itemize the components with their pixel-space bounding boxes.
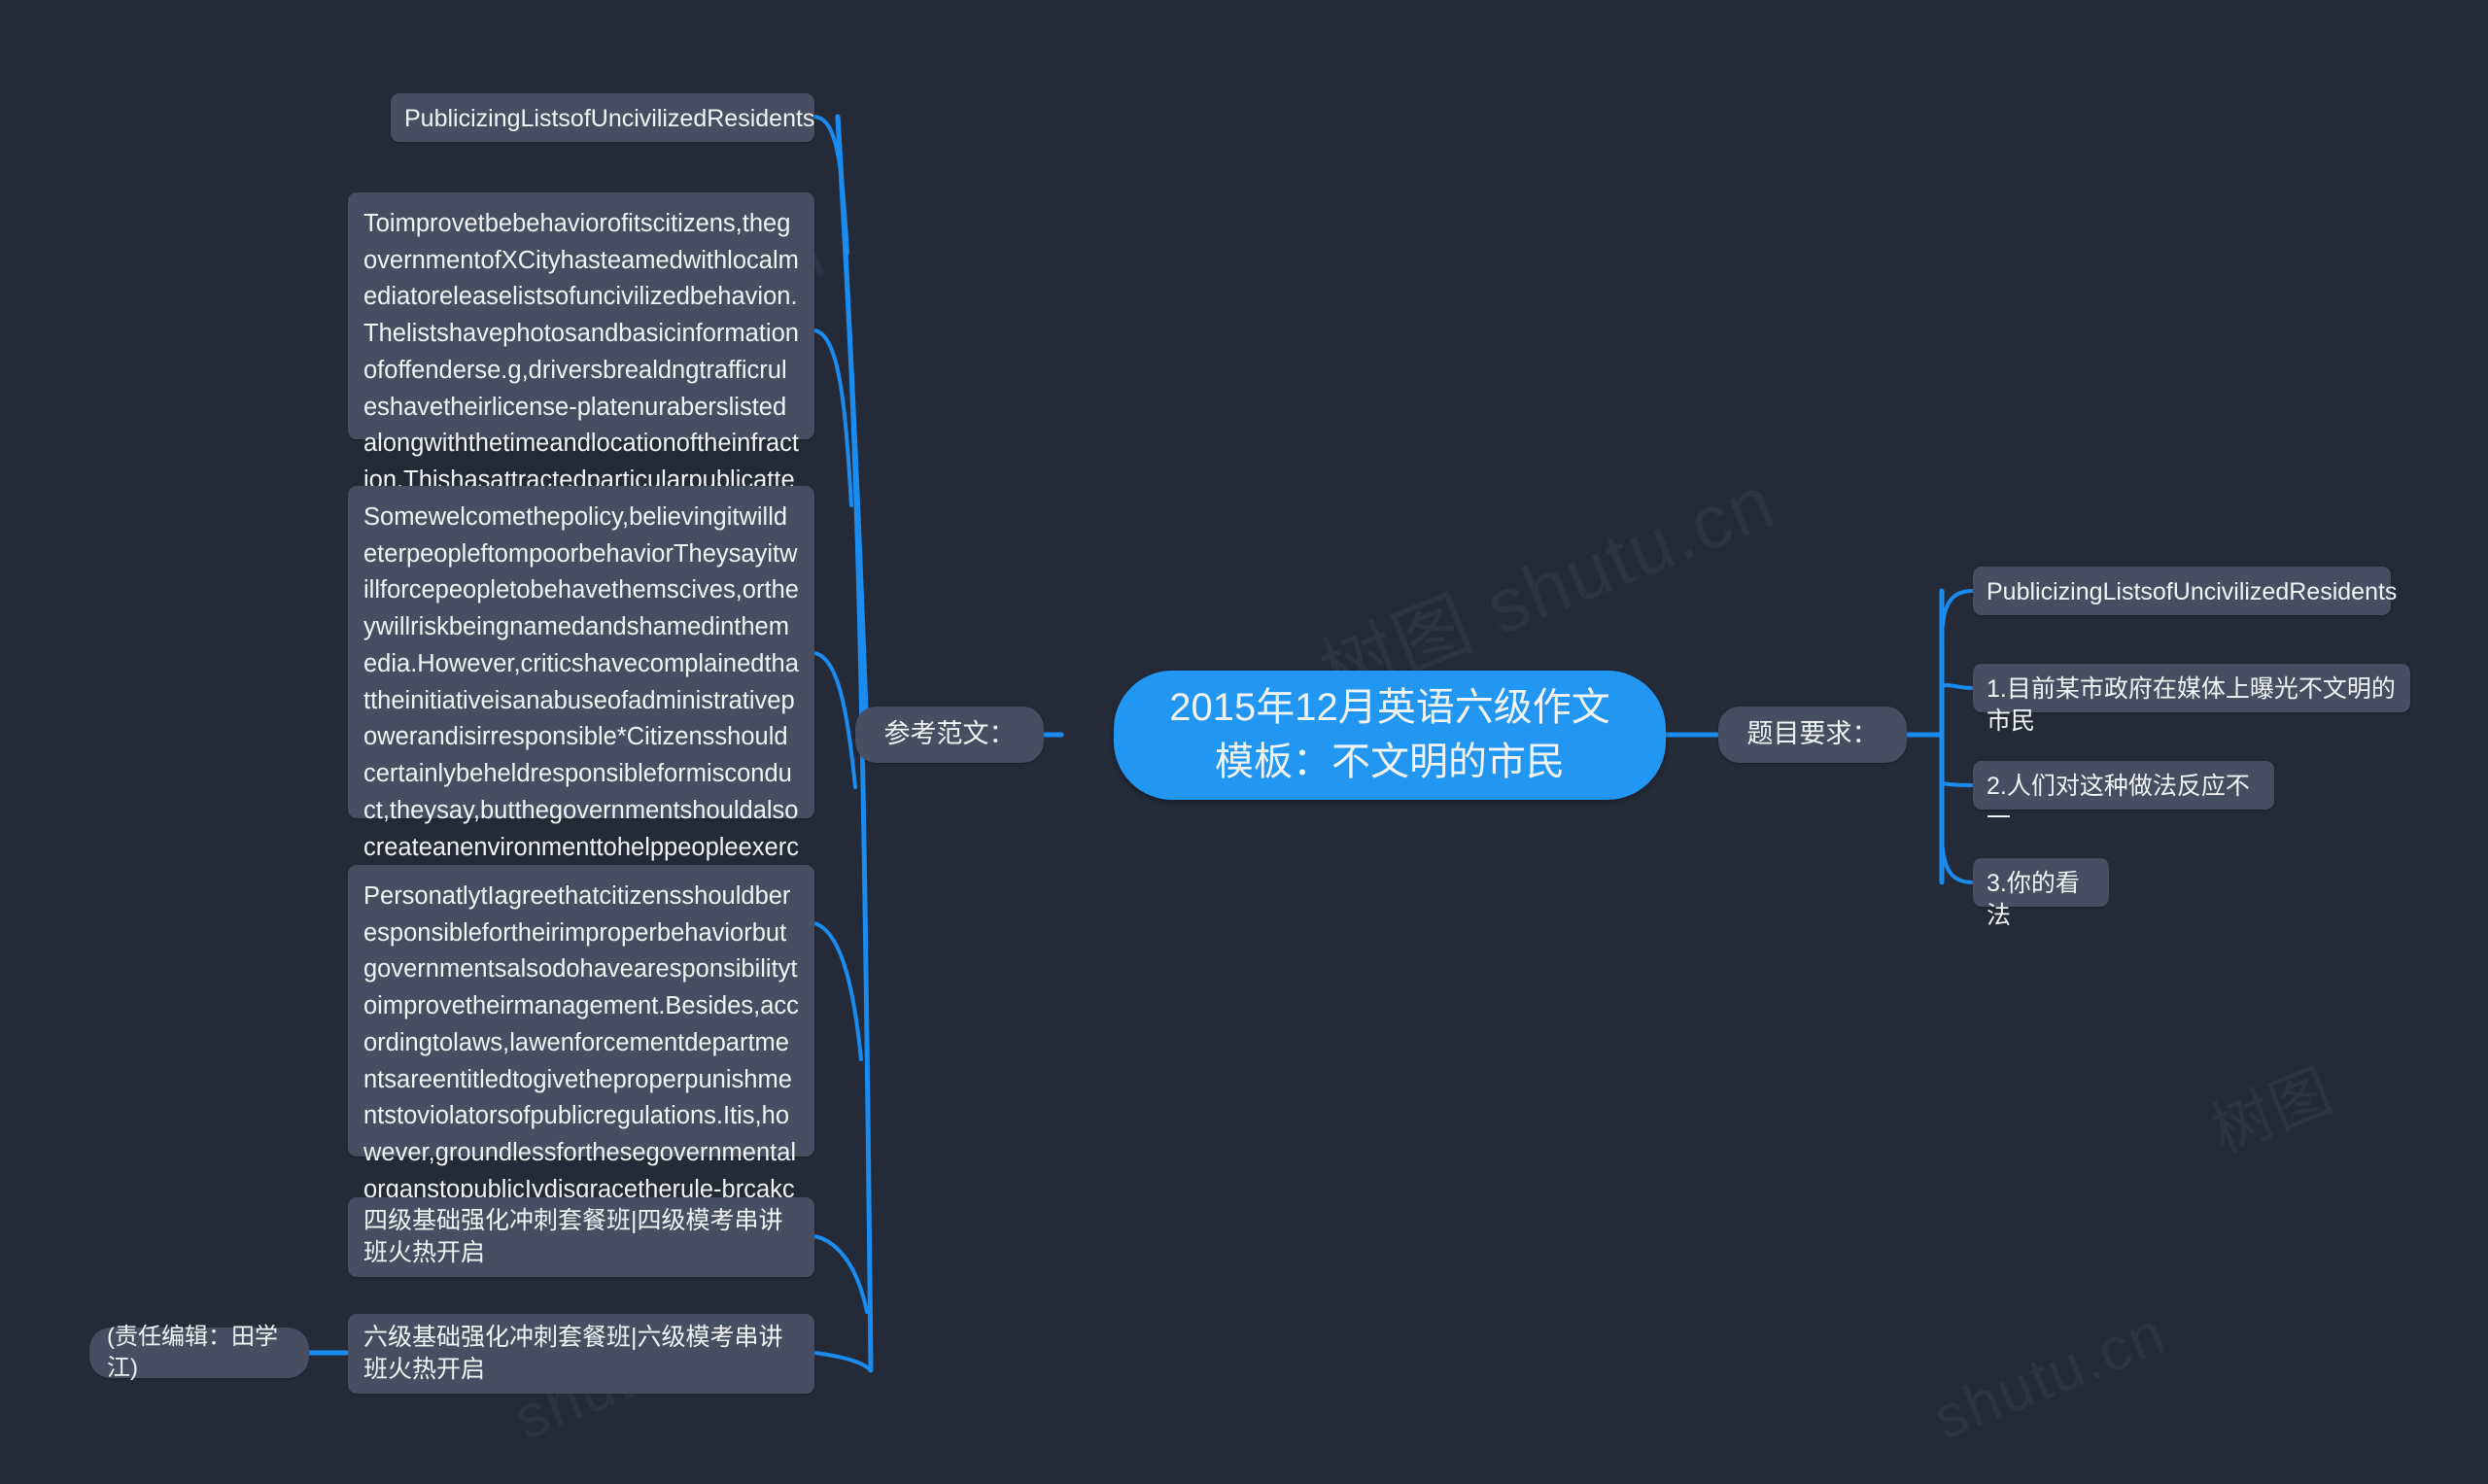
right-child-3[interactable]: 3.你的看法 [1973, 858, 2109, 929]
left-child-0[interactable]: PublicizingListsofUncivilizedResidents [391, 93, 814, 142]
right-child-0-label: PublicizingListsofUncivilizedResidents [1987, 578, 2398, 605]
topic-right[interactable]: 题目要求： [1718, 707, 1907, 763]
left-child-1[interactable]: Toimprovetbebehaviorofitscitizens,thegov… [348, 192, 814, 531]
editor-node[interactable]: (责任编辑：田学江) [89, 1324, 309, 1381]
root-label: 2015年12月英语六级作文 模板：不文明的市民 [1169, 686, 1610, 783]
root-node[interactable]: 2015年12月英语六级作文 模板：不文明的市民 [1114, 671, 1666, 800]
left-child-4-label: 四级基础强化冲刺套餐班|四级模考串讲班火热开启 [363, 1207, 783, 1266]
left-child-3[interactable]: PersonatlytIagreethatcitizensshouldberes… [348, 865, 814, 1240]
left-child-5-label: 六级基础强化冲刺套餐班|六级模考串讲班火热开启 [363, 1324, 783, 1383]
right-child-1-label: 1.目前某市政府在媒体上曝光不文明的市民 [1987, 675, 2396, 735]
left-child-3-label: PersonatlytIagreethatcitizensshouldberes… [363, 882, 799, 1240]
watermark: shutu.cn [1924, 1299, 2176, 1453]
right-child-1[interactable]: 1.目前某市政府在媒体上曝光不文明的市民 [1973, 664, 2410, 735]
left-child-5[interactable]: 六级基础强化冲刺套餐班|六级模考串讲班火热开启 [348, 1314, 814, 1394]
topic-left-label: 参考范文： [883, 719, 1016, 749]
left-child-0-label: PublicizingListsofUncivilizedResidents [404, 105, 815, 132]
left-child-4[interactable]: 四级基础强化冲刺套餐班|四级模考串讲班火热开启 [348, 1197, 814, 1277]
right-child-2-label: 2.人们对这种做法反应不一 [1987, 773, 2250, 832]
left-child-2-label: Somewelcomethepolicy,believingitwilldete… [363, 503, 799, 897]
editor-label: (责任编辑：田学江) [107, 1324, 278, 1381]
topic-left[interactable]: 参考范文： [855, 707, 1044, 763]
right-child-3-label: 3.你的看法 [1987, 870, 2080, 929]
left-child-2[interactable]: Somewelcomethepolicy,believingitwilldete… [348, 486, 814, 897]
mindmap-canvas: shutu.cn 树图 shutu.cn shutu.cn shutu.cn 树… [0, 0, 2488, 1484]
right-child-2[interactable]: 2.人们对这种做法反应不一 [1973, 761, 2274, 832]
topic-right-label: 题目要求： [1746, 719, 1879, 749]
watermark: 树图 [2202, 1056, 2343, 1166]
right-child-0[interactable]: PublicizingListsofUncivilizedResidents [1973, 567, 2397, 615]
